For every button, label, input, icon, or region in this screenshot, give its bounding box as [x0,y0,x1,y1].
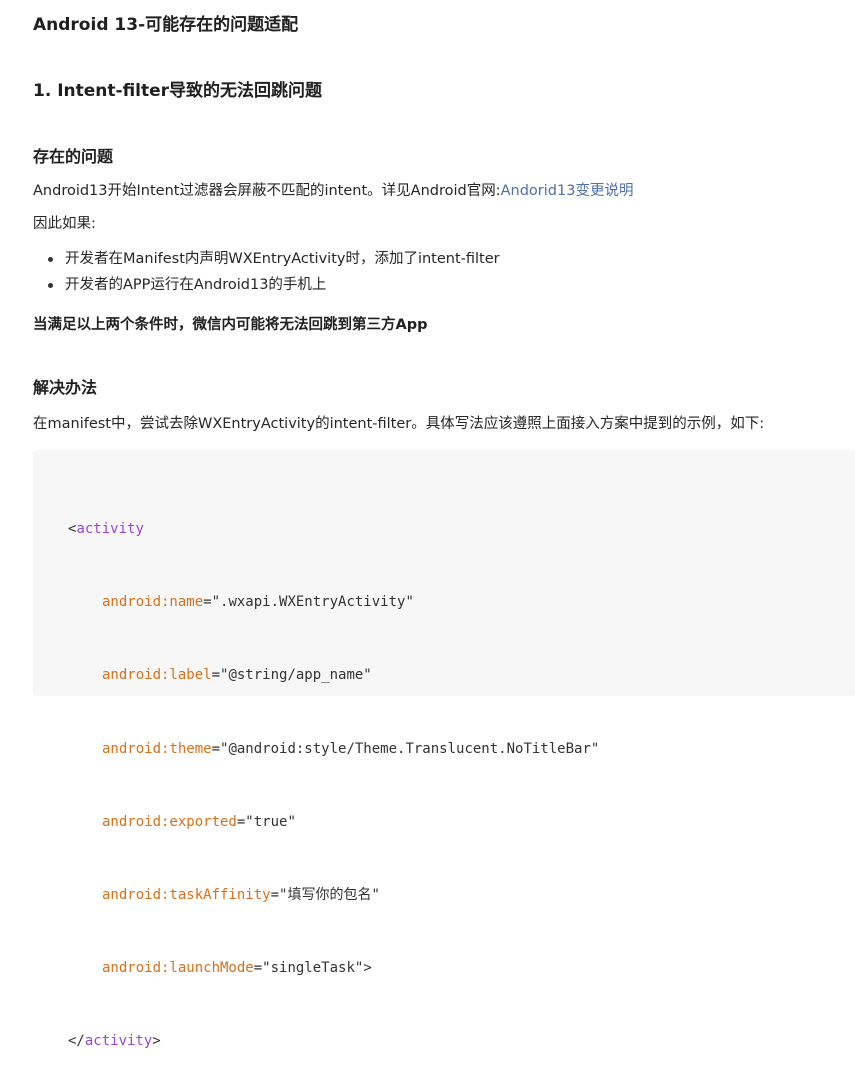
code-punct: = [253,960,263,977]
code-tag-name: activity [84,1033,153,1050]
code-attr-name: android:launchMode [102,960,254,977]
code-punct: = [236,813,246,830]
code-punct: </ [68,1033,85,1050]
code-punct: = [211,740,221,757]
condition-list: 开发者在Manifest内声明WXEntryActivity时，添加了inten… [33,247,500,299]
problem-intro-text: Android13开始Intent过滤器会屏蔽不匹配的intent。详见Andr… [33,183,501,199]
code-line-open-tag: <activity [68,517,599,542]
code-attr-value: "true" [245,813,296,830]
code-punct: = [203,594,212,611]
code-punct: > [363,960,372,977]
code-punct: > [152,1033,161,1050]
section-heading: 1. Intent-filter导致的无法回跳问题 [33,81,323,101]
code-attr-value: "填写你的包名" [279,886,380,903]
list-item: 开发者的APP运行在Android13的手机上 [33,273,500,299]
code-attr-name: android:label [102,667,212,684]
code-line-attr: android:exported="true" [68,810,599,835]
code-punct: = [270,886,280,903]
android13-changes-link[interactable]: Andorid13变更说明 [501,183,634,199]
code-attr-value: "singleTask" [262,960,364,977]
list-item: 开发者在Manifest内声明WXEntryActivity时，添加了inten… [33,247,500,273]
condition-text: 因此如果: [33,216,96,232]
solution-text: 在manifest中，尝试去除WXEntryActivity的intent-fi… [33,416,765,432]
code-punct: = [211,667,221,684]
code-line-attr: android:name=".wxapi.WXEntryActivity" [68,590,599,615]
code-content: <activity android:name=".wxapi.WXEntryAc… [68,485,599,1087]
list-item-text: 开发者在Manifest内声明WXEntryActivity时，添加了inten… [65,251,500,267]
problem-heading: 存在的问题 [33,147,114,166]
code-line-attr: android:taskAffinity="填写你的包名" [68,883,599,908]
code-tag-name: activity [76,521,144,537]
code-line-attr: android:label="@string/app_name" [68,663,599,688]
solution-heading: 解决办法 [33,378,98,397]
code-line-attr: android:launchMode="singleTask"> [68,956,599,981]
page-title: Android 13-可能存在的问题适配 [33,15,299,35]
bullet-dot-icon [48,257,53,262]
list-item-text: 开发者的APP运行在Android13的手机上 [65,277,327,293]
code-attr-value: "@string/app_name" [220,667,372,684]
conclusion-text: 当满足以上两个条件时，微信内可能将无法回跳到第三方App [33,317,428,333]
code-block: <activity android:name=".wxapi.WXEntryAc… [33,450,855,1049]
code-attr-name: android:exported [102,813,237,830]
code-attr-name: android:theme [102,740,212,757]
bullet-dot-icon [48,283,53,288]
code-attr-value: ".wxapi.WXEntryActivity" [211,594,414,611]
problem-intro: Android13开始Intent过滤器会屏蔽不匹配的intent。详见Andr… [33,179,633,200]
code-line-attr: android:theme="@android:style/Theme.Tran… [68,737,599,762]
code-attr-value: "@android:style/Theme.Translucent.NoTitl… [220,740,600,757]
code-line-close-tag: </activity> [68,1029,599,1054]
code-attr-name: android:name [102,594,204,611]
code-attr-name: android:taskAffinity [102,886,271,903]
